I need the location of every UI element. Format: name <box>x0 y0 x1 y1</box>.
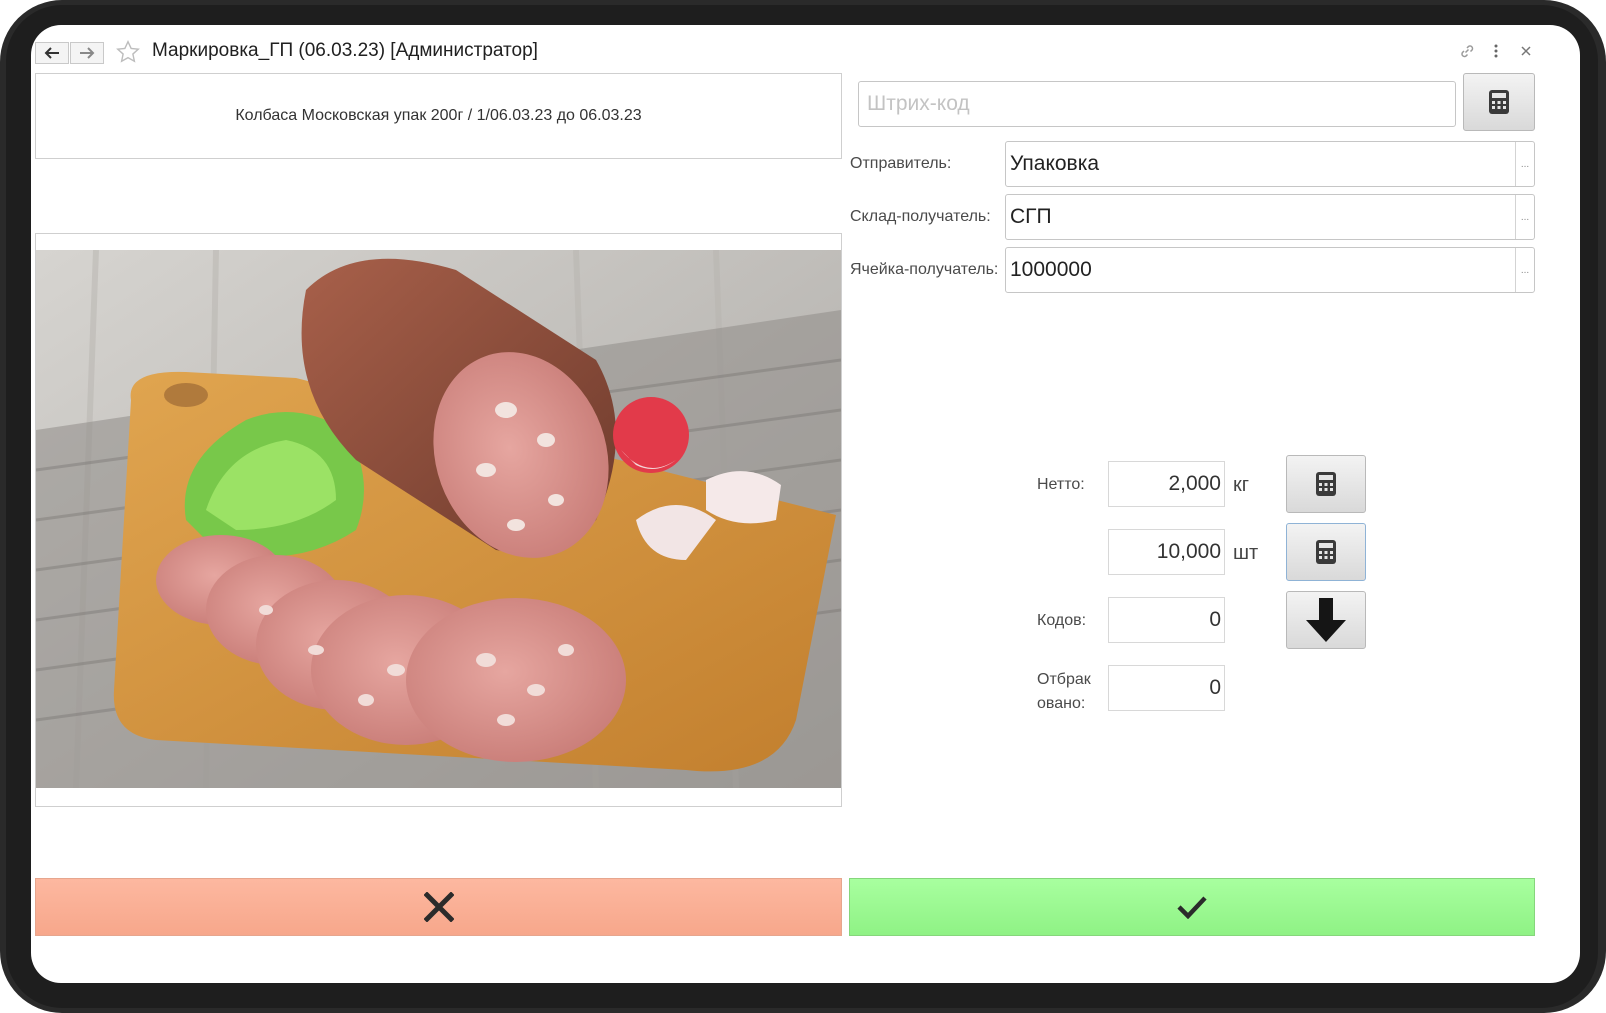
netto-unit: кг <box>1233 474 1250 496</box>
netto-value: 2,000 <box>1108 461 1225 507</box>
product-description: Колбаса Московская упак 200г / 1/06.03.2… <box>235 107 642 124</box>
close-button[interactable] <box>1515 39 1537 63</box>
calculator-icon <box>1316 540 1336 564</box>
cell-select-button[interactable]: ... <box>1515 248 1534 292</box>
calculator-icon <box>1489 90 1509 114</box>
warehouse-value: СГП <box>1010 205 1052 228</box>
rejected-label-line1: Отбрак <box>1037 671 1091 688</box>
netto-calculator-button[interactable] <box>1286 455 1366 513</box>
arrow-right-icon <box>80 47 95 59</box>
link-button[interactable] <box>1456 39 1478 63</box>
rejected-label-line2: овано: <box>1037 695 1086 712</box>
back-button[interactable] <box>35 42 69 64</box>
cell-value: 1000000 <box>1010 258 1092 281</box>
download-button[interactable] <box>1286 591 1366 649</box>
barcode-input[interactable] <box>858 81 1456 127</box>
netto-label: Нетто: <box>1037 476 1085 493</box>
forward-button[interactable] <box>70 42 104 64</box>
sender-field[interactable]: Упаковка ... <box>1005 141 1535 187</box>
pieces-calculator-button[interactable] <box>1286 523 1366 581</box>
rejected-value: 0 <box>1108 665 1225 711</box>
more-vertical-icon <box>1494 44 1498 58</box>
warehouse-label: Склад-получатель: <box>850 208 991 225</box>
title-bar: Маркировка_ГП (06.03.23) [Администратор] <box>31 25 1580 77</box>
cell-label: Ячейка-получатель: <box>850 261 999 278</box>
star-icon <box>116 40 140 63</box>
cancel-button[interactable] <box>35 878 842 936</box>
warehouse-select-button[interactable]: ... <box>1515 195 1534 239</box>
cross-icon <box>423 892 454 922</box>
sender-label: Отправитель: <box>850 155 952 172</box>
app-window: Маркировка_ГП (06.03.23) [Администратор]… <box>31 25 1580 983</box>
calculator-icon <box>1316 472 1336 496</box>
arrow-left-icon <box>44 47 59 59</box>
sender-select-button[interactable]: ... <box>1515 142 1534 186</box>
product-image <box>36 250 841 788</box>
more-menu-button[interactable] <box>1485 39 1507 63</box>
cell-field[interactable]: 1000000 ... <box>1005 247 1535 293</box>
check-icon <box>1177 896 1207 919</box>
product-image-frame <box>35 233 842 807</box>
codes-value: 0 <box>1108 597 1225 643</box>
close-icon <box>1521 46 1531 56</box>
barcode-calculator-button[interactable] <box>1463 73 1535 131</box>
product-info-panel: Колбаса Московская упак 200г / 1/06.03.2… <box>35 73 842 159</box>
link-icon <box>1461 45 1474 58</box>
favorite-button[interactable] <box>115 39 141 65</box>
window-title: Маркировка_ГП (06.03.23) [Администратор] <box>152 40 538 61</box>
codes-label: Кодов: <box>1037 612 1087 629</box>
sender-value: Упаковка <box>1010 152 1100 175</box>
confirm-button[interactable] <box>849 878 1535 936</box>
pieces-value: 10,000 <box>1108 529 1225 575</box>
arrow-down-icon <box>1306 598 1346 642</box>
pieces-unit: шт <box>1233 542 1259 564</box>
rejected-label: Отбрак овано: <box>1037 668 1091 716</box>
warehouse-field[interactable]: СГП ... <box>1005 194 1535 240</box>
